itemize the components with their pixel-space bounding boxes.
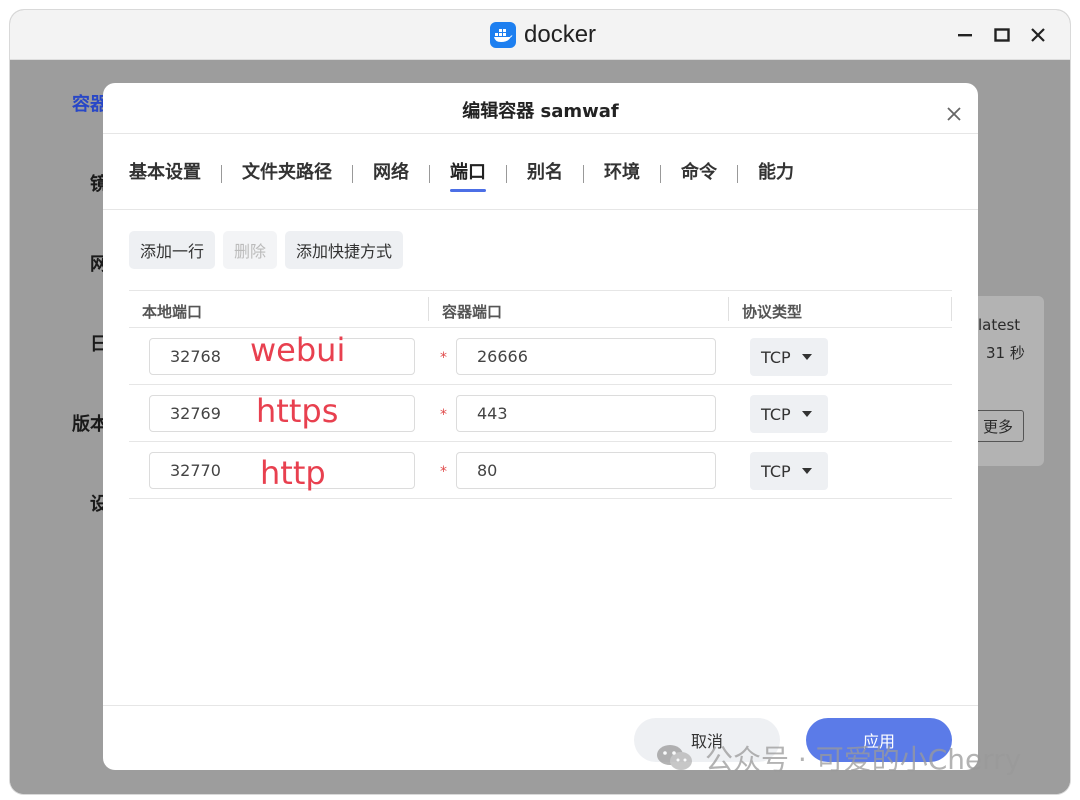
dialog-title: 编辑容器 samwaf [462,101,619,122]
required-mark: * [440,350,447,366]
tab-network[interactable]: 网络 [373,160,409,188]
table-row: 32769 https * 443 TCP [129,385,952,442]
watermark: 公众号 · 可爱的小Cherry [655,740,1021,776]
tab-capabilities[interactable]: 能力 [758,160,794,188]
tab-separator [429,165,430,183]
table-header: 本地端口 容器端口 协议类型 [129,290,952,328]
window-close-icon[interactable] [1027,24,1049,46]
tab-separator [583,165,584,183]
protocol-select-value: TCP [761,347,791,367]
row-annotation: https [256,392,339,430]
tab-separator [506,165,507,183]
divider [103,209,978,210]
background-card-more-button[interactable]: 更多 [972,410,1024,442]
row-annotation: http [260,454,326,492]
table-row: 32770 http * 80 TCP [129,442,952,499]
port-toolbar: 添加一行 删除 添加快捷方式 [129,231,404,269]
tab-separator [221,165,222,183]
row-annotation: webui [250,331,346,369]
column-divider [951,297,952,321]
add-row-button[interactable]: 添加一行 [129,231,216,269]
caret-down-icon [801,468,812,474]
column-header-local-port: 本地端口 [142,303,203,321]
tab-environment[interactable]: 环境 [604,160,640,188]
watermark-text: 公众号 · 可爱的小Cherry [705,743,1022,776]
table-row: 32768 webui * 26666 TCP [129,328,952,385]
protocol-select-value: TCP [761,461,791,481]
app-title: docker [490,20,596,50]
add-shortcut-button[interactable]: 添加快捷方式 [285,231,404,269]
protocol-select[interactable]: TCP [750,395,828,433]
maximize-icon[interactable] [991,24,1013,46]
column-divider [728,297,729,321]
wechat-icon [655,743,695,773]
column-header-protocol: 协议类型 [742,303,803,321]
tab-command[interactable]: 命令 [681,160,717,188]
divider [103,705,978,706]
divider [103,133,978,134]
port-table: 本地端口 容器端口 协议类型 32768 webui * 26666 TCP 3… [129,290,952,499]
container-port-input[interactable]: 80 [456,452,716,489]
background-card-image-tag: latest [978,316,1021,334]
required-mark: * [440,407,447,423]
caret-down-icon [801,354,812,360]
column-header-container-port: 容器端口 [442,303,503,321]
tab-separator [660,165,661,183]
edit-container-dialog: 编辑容器 samwaf 基本设置 文件夹路径 网络 端口 别名 环境 命令 能力… [103,83,978,770]
app-title-text: docker [524,21,597,48]
protocol-select[interactable]: TCP [750,338,828,376]
column-divider [428,297,429,321]
tab-separator [737,165,738,183]
background-card-uptime: 31 秒 [986,344,1025,362]
title-bar: docker [10,10,1070,60]
caret-down-icon [801,411,812,417]
docker-logo-icon [490,22,516,48]
tab-folder-paths[interactable]: 文件夹路径 [242,160,332,188]
tab-bar: 基本设置 文件夹路径 网络 端口 别名 环境 命令 能力 [129,159,794,192]
tab-alias[interactable]: 别名 [527,160,563,188]
minimize-icon[interactable] [954,24,976,46]
dialog-close-icon[interactable] [941,101,967,127]
required-mark: * [440,464,447,480]
container-port-input[interactable]: 26666 [456,338,716,375]
tab-ports[interactable]: 端口 [450,160,486,192]
protocol-select[interactable]: TCP [750,452,828,490]
delete-button[interactable]: 删除 [223,231,278,269]
container-port-input[interactable]: 443 [456,395,716,432]
protocol-select-value: TCP [761,404,791,424]
tab-basic-settings[interactable]: 基本设置 [129,160,201,188]
tab-separator [352,165,353,183]
